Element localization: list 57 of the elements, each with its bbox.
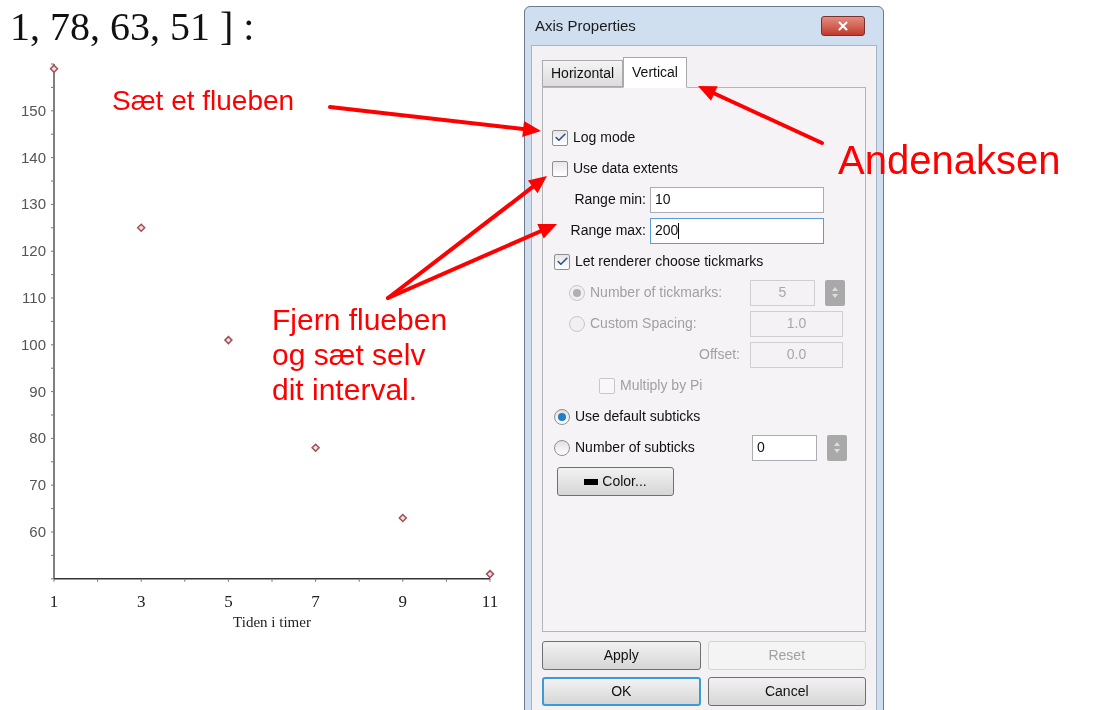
- y-tick-label: 70: [29, 476, 46, 494]
- x-axis-title: Tiden i timer: [233, 613, 311, 630]
- up-arrow-icon: [832, 287, 838, 291]
- x-tick-label: 9: [398, 591, 408, 611]
- checkbox-label: Let renderer choose tickmarks: [575, 252, 764, 271]
- field-label: Offset:: [699, 345, 740, 364]
- x-tick-label: 5: [224, 591, 233, 611]
- x-tick-label: 11: [481, 591, 499, 611]
- window-title: Axis Properties: [535, 15, 636, 36]
- spinner-control[interactable]: [827, 434, 847, 461]
- check-icon: [555, 255, 569, 268]
- x-tick-label: 3: [136, 591, 146, 611]
- callout-text: Fjern flueben og sæt selv dit interval.: [272, 302, 449, 407]
- checkbox-label: Use data extents: [573, 159, 679, 178]
- checkbox[interactable]: [552, 129, 568, 146]
- text-field[interactable]: 0: [752, 434, 817, 461]
- y-tick-label: 100: [20, 335, 46, 353]
- expression-text: 1, 78, 63, 51 ] :: [10, 4, 255, 49]
- radio-button[interactable]: [554, 408, 570, 425]
- y-tick-label: 140: [20, 148, 46, 166]
- y-tick-label: 60: [29, 523, 46, 540]
- y-tick-label: 150: [20, 101, 46, 119]
- radio-label: Custom Spacing:: [590, 314, 697, 333]
- field-label: Range max:: [569, 221, 646, 240]
- text-cursor: [678, 222, 680, 239]
- down-arrow-icon: [832, 294, 838, 298]
- radio-label: Number of tickmarks:: [590, 283, 723, 302]
- y-tick-label: 90: [29, 382, 46, 400]
- x-tick-label: 7: [311, 591, 320, 611]
- check-icon: [553, 131, 567, 144]
- down-arrow-icon: [834, 449, 840, 453]
- field-label: Range min:: [573, 190, 646, 209]
- y-tick-label: 120: [20, 242, 46, 260]
- checkbox-label: Log mode: [573, 128, 636, 147]
- radio-button[interactable]: [554, 439, 570, 456]
- text-field[interactable]: 10: [650, 186, 824, 213]
- checkbox[interactable]: [552, 160, 568, 177]
- close-button[interactable]: [821, 16, 865, 36]
- callout-text: Sæt et flueben: [112, 84, 295, 118]
- radio-label: Number of subticks: [575, 438, 695, 457]
- y-tick-label: 80: [29, 429, 46, 447]
- color-swatch-icon: [584, 478, 599, 485]
- dialog-button[interactable]: Cancel: [707, 677, 866, 706]
- y-tick-label: 130: [20, 195, 46, 213]
- x-tick-label: 1: [49, 591, 59, 611]
- checkbox[interactable]: [554, 253, 570, 270]
- close-icon: [836, 19, 850, 33]
- dialog-button[interactable]: Apply: [542, 641, 701, 670]
- checkbox-label: Multiply by Pi: [620, 376, 703, 395]
- up-arrow-icon: [834, 442, 840, 446]
- radio-label: Use default subticks: [575, 407, 701, 426]
- color-button[interactable]: Color...: [557, 467, 674, 496]
- tab[interactable]: Vertical: [623, 57, 687, 88]
- y-tick-label: 110: [22, 289, 46, 306]
- tab[interactable]: Horizontal: [542, 60, 624, 87]
- dialog-button[interactable]: OK: [542, 677, 701, 706]
- text-field[interactable]: 200: [650, 217, 824, 244]
